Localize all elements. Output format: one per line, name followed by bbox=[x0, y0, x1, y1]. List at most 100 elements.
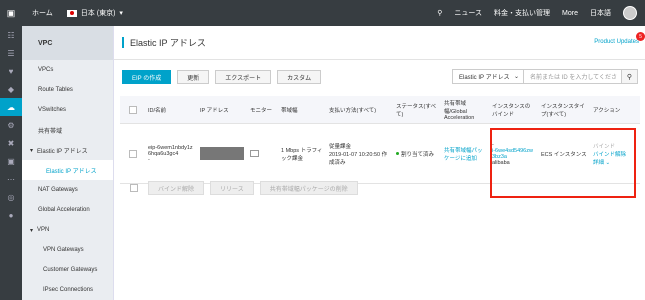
search-field-value: Elastic IP アドレス bbox=[459, 75, 510, 81]
sidebar-item-eip[interactable]: Elastic IP アドレス bbox=[22, 160, 113, 180]
product-sidebar: VPC VPCs Route Tables VSwitches 共有帯域 ▾ E… bbox=[22, 26, 114, 300]
caret-down-icon: ▾ bbox=[30, 227, 34, 234]
search-icon[interactable]: ⚲ bbox=[437, 9, 442, 17]
eip-table: ID/名前 IP アドレス モニター 帯域幅 支払い方法(すべて) ステータス(… bbox=[120, 96, 640, 184]
region-label: 日本 (東京) bbox=[80, 10, 116, 17]
ip-cell bbox=[197, 124, 247, 183]
search-input[interactable]: 名前または ID を入力してくださ bbox=[524, 69, 622, 84]
billing-link[interactable]: 料金・支払い管理 bbox=[494, 8, 550, 18]
status-badge: 割り当て済み bbox=[401, 151, 435, 158]
grid-icon[interactable]: ☷ bbox=[0, 26, 22, 44]
column-header-id: ID/名前 bbox=[148, 107, 167, 114]
column-header-instance-type[interactable]: インスタンスタイプ(すべて) bbox=[538, 96, 590, 123]
batch-release-button[interactable]: リリース bbox=[210, 181, 254, 195]
main-content: Elastic IP アドレス Product Updates 5 EIP の作… bbox=[114, 26, 645, 300]
sidebar-item-global-acceleration[interactable]: Global Acceleration bbox=[22, 200, 113, 220]
toolbar: EIP の作成 更新 エクスポート カスタム bbox=[122, 70, 327, 84]
heart-icon[interactable]: ♥ bbox=[0, 62, 22, 80]
gear-icon[interactable]: ⚙ bbox=[0, 116, 22, 134]
instance-id-link[interactable]: i-6we4sd5496zw3bz3a bbox=[492, 148, 535, 160]
sidebar-item-ipsec-connections[interactable]: IPsec Connections bbox=[22, 280, 113, 300]
row-checkbox[interactable] bbox=[128, 149, 137, 158]
status-dot-icon bbox=[396, 152, 399, 155]
bind-action[interactable]: バインド bbox=[593, 142, 615, 150]
select-all-checkbox[interactable] bbox=[128, 105, 137, 114]
chart-icon[interactable] bbox=[250, 150, 259, 157]
sidebar-item-vpcs[interactable]: VPCs bbox=[22, 60, 113, 80]
eip-name: - bbox=[148, 156, 150, 163]
batch-unbind-button[interactable]: バインド解除 bbox=[148, 181, 205, 195]
chevron-down-icon: ⌄ bbox=[605, 159, 611, 166]
sidebar-group-eip[interactable]: ▾ Elastic IP アドレス bbox=[22, 140, 113, 160]
sidebar-title: VPC bbox=[22, 26, 113, 60]
search-group: Elastic IP アドレス ⌄ 名前または ID を入力してくださ ⚲ bbox=[452, 69, 638, 84]
column-header-monitor: モニター bbox=[250, 107, 273, 114]
sidebar-item-route-tables[interactable]: Route Tables bbox=[22, 80, 113, 100]
custom-button[interactable]: カスタム bbox=[277, 70, 322, 84]
title-accent-bar bbox=[122, 37, 124, 48]
cloud-logo-icon[interactable]: ▣ bbox=[0, 0, 22, 26]
updates-count-badge: 5 bbox=[636, 32, 645, 41]
avatar[interactable] bbox=[623, 6, 637, 20]
language-link[interactable]: 日本語 bbox=[590, 8, 611, 18]
region-selector[interactable]: 日本 (東京) ▾ bbox=[66, 8, 123, 18]
column-header-billing[interactable]: 支払い方法(すべて) bbox=[326, 96, 393, 123]
refresh-button[interactable]: 更新 bbox=[177, 70, 210, 84]
table-header: ID/名前 IP アドレス モニター 帯域幅 支払い方法(すべて) ステータス(… bbox=[120, 96, 640, 124]
monitor-cell bbox=[247, 124, 278, 183]
dots-icon[interactable]: ⋯ bbox=[0, 170, 22, 188]
shield-icon[interactable]: ◆ bbox=[0, 80, 22, 98]
status-cell: 割り当て済み bbox=[393, 124, 441, 183]
instance-name: alibaba bbox=[492, 159, 510, 166]
chevron-down-icon: ▾ bbox=[119, 10, 123, 17]
add-to-shared-bandwidth-link[interactable]: 共有帯域幅パッケージに追加 bbox=[441, 124, 489, 183]
globe-icon[interactable]: ◎ bbox=[0, 188, 22, 206]
news-link[interactable]: ニュース bbox=[454, 8, 482, 18]
instance-cell: - i-6we4sd5496zw3bz3a alibaba bbox=[489, 124, 538, 183]
create-eip-button[interactable]: EIP の作成 bbox=[122, 70, 172, 84]
column-header-action: アクション bbox=[593, 107, 621, 114]
eip-id: eip-6wem1nbdy1z6hqa6u3gc4 bbox=[148, 144, 193, 157]
icon-sidebar: ☷ ☰ ♥ ◆ ☁ ⚙ ✖ ▣ ⋯ ◎ ● bbox=[0, 26, 22, 300]
cloud-icon[interactable]: ☁ bbox=[0, 98, 22, 116]
column-header-shared: 共有帯域幅/Global Acceleration bbox=[444, 100, 475, 121]
chevron-down-icon: ⌄ bbox=[513, 74, 519, 80]
details-label: 詳細 bbox=[593, 159, 605, 166]
sidebar-item-nat-gateways[interactable]: NAT Gateways bbox=[22, 180, 113, 200]
circle-icon[interactable]: ● bbox=[0, 206, 22, 224]
home-link[interactable]: ホーム bbox=[32, 8, 53, 18]
export-button[interactable]: エクスポート bbox=[215, 70, 272, 84]
product-updates-link[interactable]: Product Updates bbox=[594, 39, 639, 45]
sidebar-item-shared-bandwidth[interactable]: 共有帯域 bbox=[22, 120, 113, 140]
details-action[interactable]: 詳細 ⌄ bbox=[593, 158, 610, 166]
billing-method: 従量課金 bbox=[329, 143, 352, 150]
table-row: eip-6wem1nbdy1z6hqa6u3gc4 - 1 Mbps トラフィッ… bbox=[120, 124, 640, 184]
cross-icon[interactable]: ✖ bbox=[0, 134, 22, 152]
batch-actions-bar: バインド解除 リリース 共有帯域幅パッケージの削除 bbox=[130, 180, 364, 196]
lock-icon[interactable]: ▣ bbox=[0, 152, 22, 170]
caret-down-icon: ▾ bbox=[30, 147, 34, 154]
page-header: Elastic IP アドレス Product Updates 5 bbox=[114, 26, 645, 60]
unbind-action[interactable]: バインド解除 bbox=[593, 150, 626, 158]
column-header-instance: インスタンスのバインド bbox=[492, 103, 531, 118]
list-icon[interactable]: ☰ bbox=[0, 44, 22, 62]
sidebar-item-vswitches[interactable]: VSwitches bbox=[22, 100, 113, 120]
eip-id-cell: eip-6wem1nbdy1z6hqa6u3gc4 - bbox=[145, 124, 197, 183]
sidebar-item-vpn-gateways[interactable]: VPN Gateways bbox=[22, 240, 113, 260]
billing-created-time: 2019-01-07 10:20:50 作成済み bbox=[329, 151, 388, 166]
search-icon[interactable]: ⚲ bbox=[622, 69, 638, 84]
column-header-ip: IP アドレス bbox=[200, 107, 229, 114]
masked-ip-address bbox=[200, 147, 244, 160]
search-field-select[interactable]: Elastic IP アドレス ⌄ bbox=[452, 69, 524, 84]
japan-flag-icon bbox=[66, 9, 77, 17]
sidebar-item-customer-gateways[interactable]: Customer Gateways bbox=[22, 260, 113, 280]
top-navigation-bar: ▣ ホーム 日本 (東京) ▾ ⚲ ニュース 料金・支払い管理 More 日本語 bbox=[0, 0, 645, 26]
more-link[interactable]: More bbox=[562, 10, 578, 17]
bottom-select-all-checkbox[interactable] bbox=[130, 184, 138, 192]
column-header-status[interactable]: ステータス(すべて) bbox=[393, 96, 441, 123]
actions-cell: バインド バインド解除 詳細 ⌄ bbox=[590, 124, 640, 183]
column-header-bandwidth: 帯域幅 bbox=[281, 107, 298, 114]
instance-type-value: ECS インスタンス bbox=[541, 151, 587, 158]
batch-delete-shared-button[interactable]: 共有帯域幅パッケージの削除 bbox=[259, 181, 358, 195]
sidebar-group-vpn[interactable]: ▾ VPN bbox=[22, 220, 113, 240]
